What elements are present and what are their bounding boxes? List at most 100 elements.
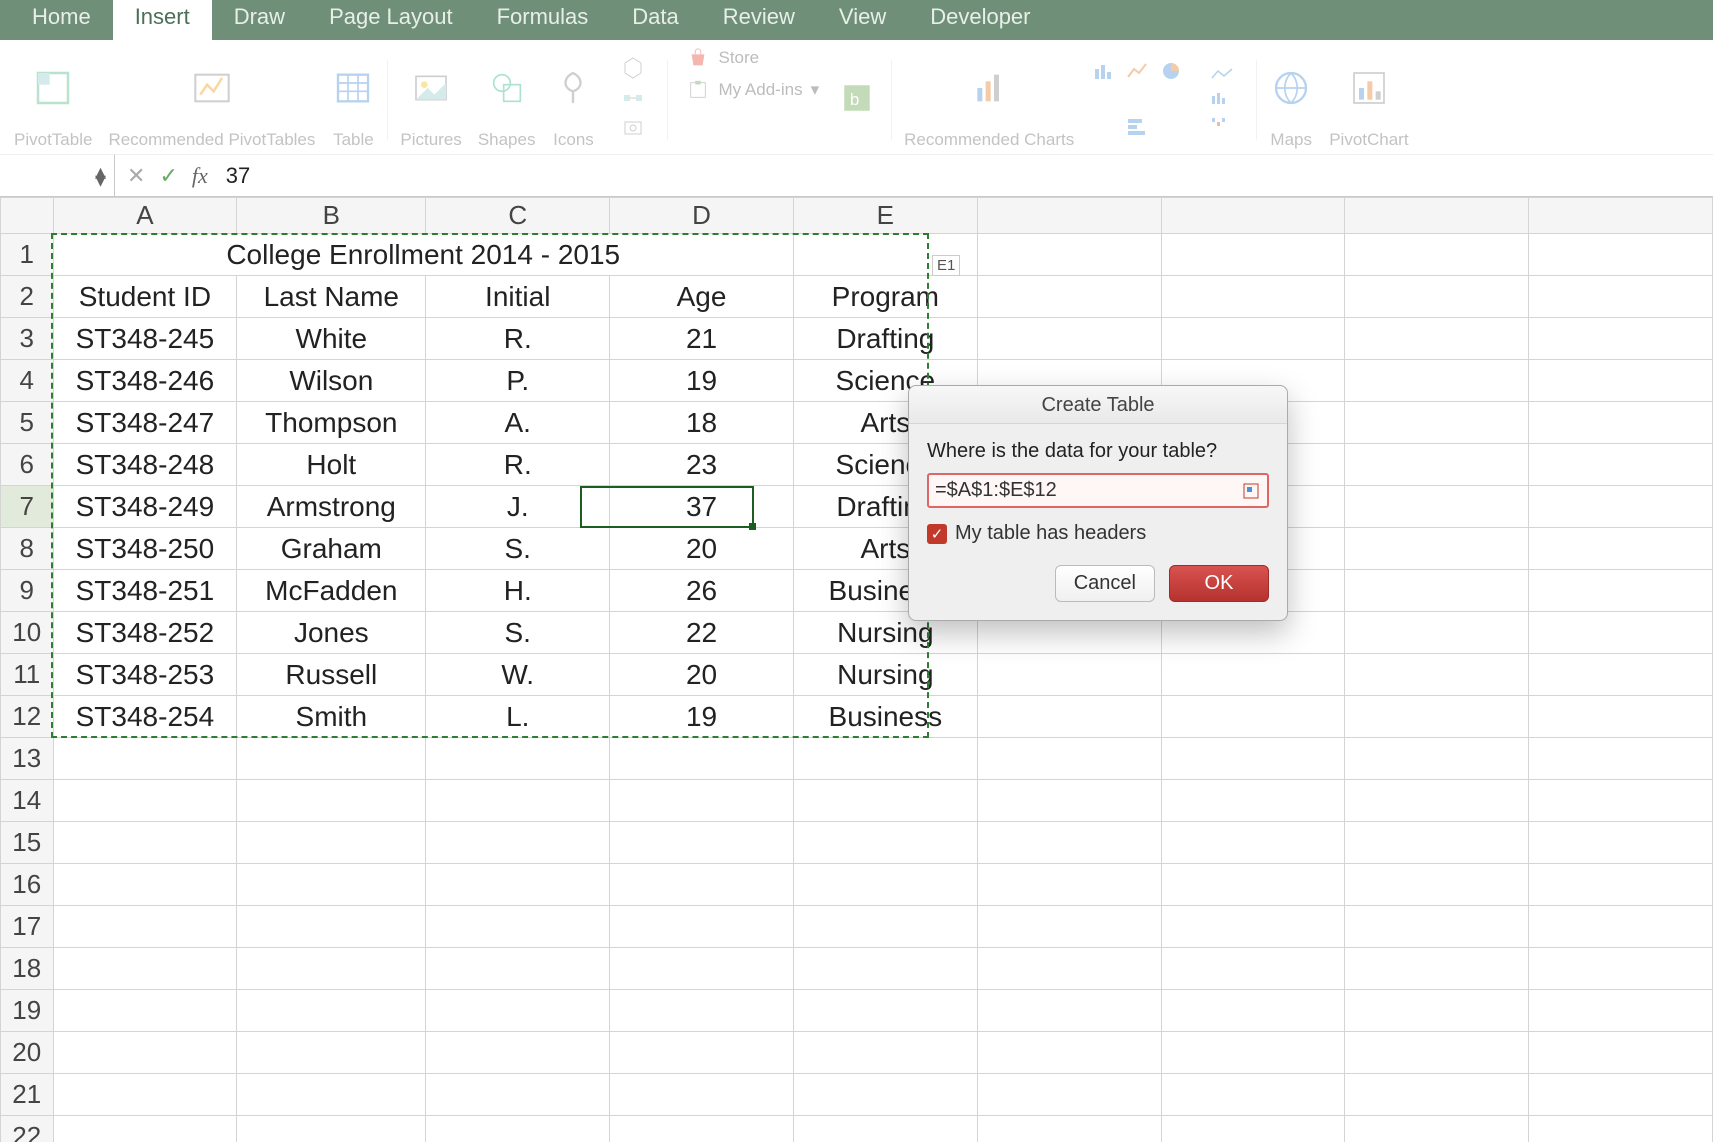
cell[interactable] — [1345, 402, 1529, 444]
store-button[interactable]: Store — [686, 46, 819, 70]
row-header[interactable]: 2 — [1, 276, 54, 318]
cell[interactable]: J. — [426, 486, 610, 528]
row-header[interactable]: 1 — [1, 234, 54, 276]
cell[interactable] — [53, 948, 237, 990]
cell[interactable] — [1345, 528, 1529, 570]
cell[interactable] — [1529, 654, 1713, 696]
ribbon-pivottable[interactable]: PivotTable — [6, 46, 100, 154]
ribbon-shapes[interactable]: Shapes — [470, 46, 544, 154]
cell[interactable] — [977, 822, 1161, 864]
ribbon-sparklines[interactable] — [1192, 46, 1252, 154]
cell[interactable] — [1529, 1116, 1713, 1142]
cell[interactable]: 20 — [610, 528, 794, 570]
cell[interactable] — [1529, 318, 1713, 360]
cell[interactable] — [793, 780, 977, 822]
cell[interactable] — [1161, 990, 1345, 1032]
ribbon-chart-types[interactable] — [1082, 46, 1192, 154]
cell[interactable] — [1345, 1032, 1529, 1074]
cell[interactable] — [1161, 948, 1345, 990]
header-cell[interactable]: Student ID — [53, 276, 237, 318]
cell[interactable]: McFadden — [237, 570, 426, 612]
row-header[interactable]: 16 — [1, 864, 54, 906]
ribbon-pictures[interactable]: Pictures — [392, 46, 469, 154]
cell[interactable] — [237, 990, 426, 1032]
cell[interactable] — [1529, 738, 1713, 780]
col-header[interactable] — [1345, 198, 1529, 234]
cell[interactable] — [53, 864, 237, 906]
cell[interactable] — [426, 864, 610, 906]
cell[interactable]: 19 — [610, 696, 794, 738]
cell[interactable]: ST348-245 — [53, 318, 237, 360]
sparkline-winloss-icon[interactable] — [1209, 112, 1235, 132]
cell[interactable] — [426, 738, 610, 780]
cell[interactable] — [426, 1116, 610, 1142]
cell[interactable] — [793, 1032, 977, 1074]
cell[interactable] — [977, 990, 1161, 1032]
cancel-button[interactable]: Cancel — [1055, 565, 1155, 602]
cell[interactable] — [977, 696, 1161, 738]
cell[interactable]: 20 — [610, 654, 794, 696]
cell[interactable] — [237, 780, 426, 822]
tab-review[interactable]: Review — [701, 0, 817, 40]
cell[interactable] — [610, 948, 794, 990]
header-cell[interactable]: Last Name — [237, 276, 426, 318]
col-header-D[interactable]: D — [610, 198, 794, 234]
accept-formula-icon[interactable]: ✓ — [159, 163, 177, 189]
cell[interactable] — [1529, 234, 1713, 276]
cell[interactable] — [53, 906, 237, 948]
cell[interactable]: Business — [793, 696, 977, 738]
column-chart-icon[interactable] — [1089, 57, 1117, 85]
cell[interactable] — [1529, 990, 1713, 1032]
cell[interactable] — [53, 1074, 237, 1116]
cell[interactable]: A. — [426, 402, 610, 444]
cell[interactable] — [610, 990, 794, 1032]
col-header-E[interactable]: E — [793, 198, 977, 234]
cell[interactable] — [237, 1074, 426, 1116]
cell[interactable] — [793, 864, 977, 906]
cell[interactable] — [1529, 1074, 1713, 1116]
cell[interactable] — [1161, 1074, 1345, 1116]
cell[interactable] — [1345, 696, 1529, 738]
table-range-input[interactable] — [935, 479, 1243, 502]
cell[interactable] — [977, 234, 1161, 276]
ribbon-recommended-pivottables[interactable]: Recommended PivotTables — [100, 46, 323, 154]
cell[interactable] — [426, 780, 610, 822]
tab-draw[interactable]: Draw — [212, 0, 307, 40]
cell[interactable]: ST348-246 — [53, 360, 237, 402]
cell[interactable] — [610, 864, 794, 906]
cell[interactable] — [1161, 318, 1345, 360]
cell[interactable] — [1345, 612, 1529, 654]
cell[interactable] — [237, 822, 426, 864]
cell[interactable] — [1345, 738, 1529, 780]
cell[interactable]: 19 — [610, 360, 794, 402]
cell[interactable] — [793, 738, 977, 780]
cell[interactable]: Jones — [237, 612, 426, 654]
ribbon-recommended-charts[interactable]: Recommended Charts — [896, 46, 1082, 154]
cell[interactable]: S. — [426, 528, 610, 570]
cell[interactable]: Wilson — [237, 360, 426, 402]
cell[interactable] — [53, 822, 237, 864]
cell[interactable] — [53, 1116, 237, 1142]
cell[interactable]: Holt — [237, 444, 426, 486]
cell[interactable] — [793, 948, 977, 990]
cell[interactable]: H. — [426, 570, 610, 612]
cell[interactable] — [793, 990, 977, 1032]
cell[interactable] — [610, 1032, 794, 1074]
cell[interactable] — [1529, 822, 1713, 864]
tab-developer[interactable]: Developer — [908, 0, 1052, 40]
cell[interactable]: ST348-250 — [53, 528, 237, 570]
col-header[interactable] — [1529, 198, 1713, 234]
cell[interactable] — [1345, 1074, 1529, 1116]
row-header[interactable]: 11 — [1, 654, 54, 696]
cell[interactable] — [426, 948, 610, 990]
cell[interactable] — [1345, 444, 1529, 486]
cell[interactable] — [1529, 444, 1713, 486]
worksheet-area[interactable]: A B C D E 1College Enrollment 2014 - 201… — [0, 197, 1713, 1142]
row-header[interactable]: 18 — [1, 948, 54, 990]
ribbon-maps[interactable]: Maps — [1261, 46, 1321, 154]
header-cell[interactable]: Initial — [426, 276, 610, 318]
cell[interactable] — [1345, 234, 1529, 276]
tab-formulas[interactable]: Formulas — [475, 0, 611, 40]
cell[interactable] — [977, 864, 1161, 906]
col-header[interactable] — [1161, 198, 1345, 234]
